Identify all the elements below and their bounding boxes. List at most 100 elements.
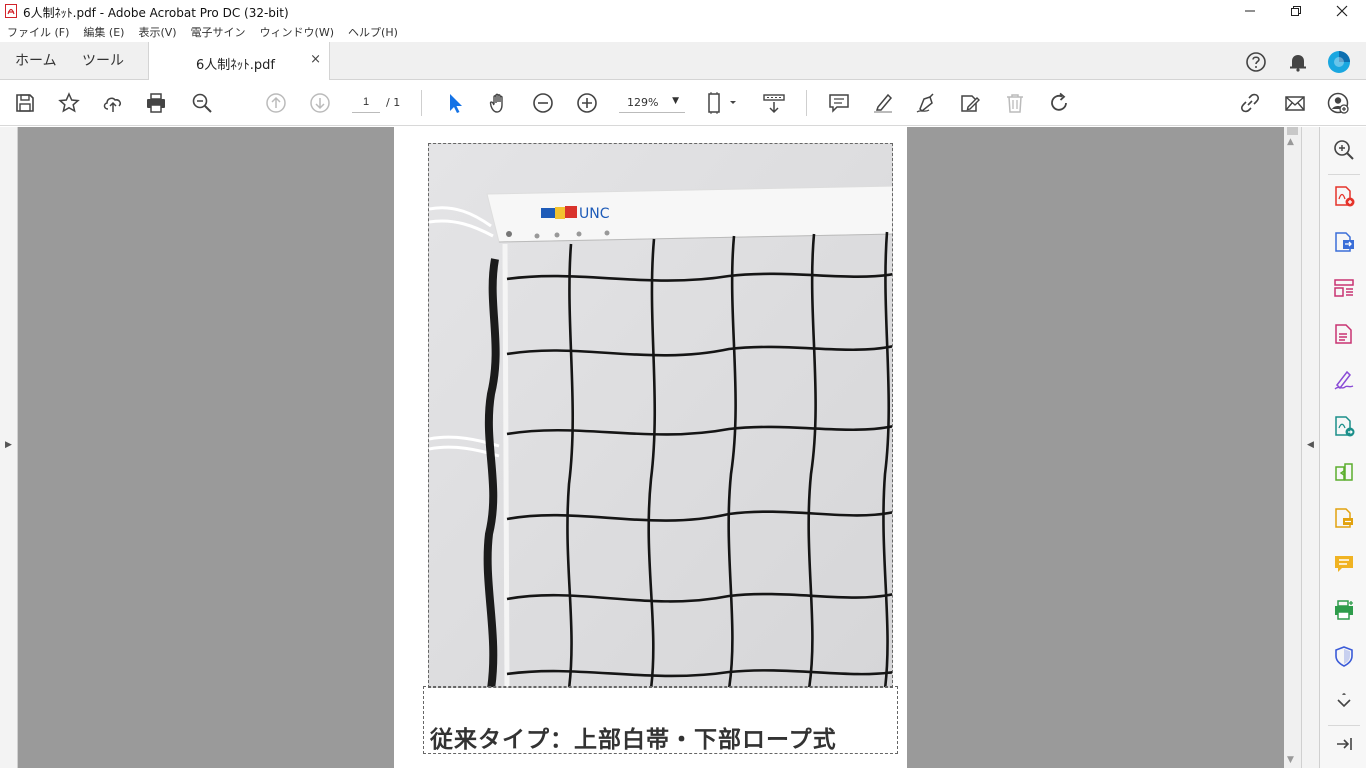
link-icon [1240, 93, 1260, 113]
signature-pen-icon [1334, 370, 1354, 390]
highlight-button[interactable] [871, 91, 895, 115]
add-note-button[interactable] [1332, 506, 1356, 530]
tab-document[interactable]: 6人制ﾈｯﾄ.pdf × [148, 42, 330, 80]
toolbar-divider [806, 90, 807, 116]
hand-tool-button[interactable] [487, 91, 511, 115]
pane-divider [1328, 725, 1360, 726]
next-page-button[interactable] [308, 91, 332, 115]
zoom-level-dropdown[interactable]: 129% ▼ [619, 91, 685, 113]
cursor-arrow-icon [450, 94, 462, 113]
window-title: 6人制ﾈｯﾄ.pdf - Adobe Acrobat Pro DC (32-bi… [23, 6, 289, 20]
scroll-up-icon[interactable]: ▲ [1287, 137, 1294, 147]
more-tools-button[interactable] [1332, 690, 1356, 714]
scrollbar-thumb[interactable] [1287, 127, 1298, 135]
share-user-button[interactable] [1326, 91, 1350, 115]
arrow-down-circle-icon [310, 93, 330, 113]
comment-icon [829, 94, 849, 113]
net-image: UNC [429, 144, 892, 687]
cloud-upload-icon [103, 97, 121, 112]
tab-home[interactable]: ホーム [15, 42, 57, 80]
expand-left-panel-icon: ▶ [5, 440, 12, 450]
menu-view[interactable]: 表示(V) [138, 24, 176, 40]
star-icon [58, 92, 80, 113]
print-button[interactable] [144, 91, 168, 115]
collapse-right-icon [1337, 738, 1352, 750]
shield-icon [1335, 646, 1353, 667]
maximize-button[interactable] [1273, 0, 1319, 22]
zoom-search-button[interactable] [190, 91, 214, 115]
scroll-down-icon[interactable]: ▼ [1287, 755, 1294, 765]
menu-edit[interactable]: 編集 (E) [83, 24, 124, 40]
send-for-review-button[interactable] [1332, 414, 1356, 438]
comment-tool-button[interactable] [1332, 552, 1356, 576]
zoom-out-button[interactable] [531, 91, 555, 115]
zoom-level-value: 129% [627, 96, 659, 109]
rotate-button[interactable] [1047, 91, 1071, 115]
delete-button[interactable] [1003, 91, 1027, 115]
menu-window[interactable]: ウィンドウ(W) [260, 24, 334, 40]
minimize-icon [1245, 10, 1255, 12]
arrow-up-circle-icon [266, 93, 286, 113]
zoom-in-button[interactable] [575, 91, 599, 115]
hand-icon [489, 93, 503, 113]
draw-button[interactable] [914, 91, 938, 115]
edit-document-icon [961, 95, 980, 112]
pen-nib-icon [916, 93, 934, 113]
email-button[interactable] [1283, 91, 1307, 115]
upload-cloud-button[interactable] [101, 91, 125, 115]
search-tool-button[interactable] [1332, 138, 1356, 162]
scroll-mode-button[interactable] [762, 91, 786, 115]
comment-button[interactable] [827, 91, 851, 115]
create-pdf-icon [1335, 186, 1355, 207]
print-production-button[interactable] [1332, 598, 1356, 622]
bell-icon [1290, 55, 1306, 72]
save-button[interactable] [13, 91, 37, 115]
compare-files-button[interactable] [1332, 460, 1356, 484]
bookmark-star-button[interactable] [57, 91, 81, 115]
notifications-button[interactable] [1286, 50, 1310, 74]
organize-pages-icon [1334, 279, 1354, 297]
minus-circle-icon [533, 93, 553, 113]
left-panel-toggle[interactable]: ▶ [0, 127, 18, 768]
right-panel-toggle[interactable]: ◀ [1301, 127, 1319, 768]
close-tab-button[interactable]: × [310, 52, 321, 67]
collapse-pane-button[interactable] [1332, 732, 1356, 756]
pane-divider [1328, 174, 1360, 175]
export-pdf-icon [1335, 232, 1354, 252]
fill-sign-button[interactable] [1332, 368, 1356, 392]
previous-page-button[interactable] [264, 91, 288, 115]
magnifier-minus-icon [192, 93, 212, 113]
edit-pdf-icon [1335, 324, 1352, 344]
page-total: / 1 [386, 96, 401, 109]
menu-help[interactable]: ヘルプ(H) [348, 24, 398, 40]
tab-tools[interactable]: ツール [82, 42, 124, 80]
vertical-scrollbar[interactable]: ▲ ▼ [1284, 127, 1301, 768]
edit-pdf-button[interactable] [1332, 322, 1356, 346]
unc-logo: UNC [579, 206, 610, 222]
plus-circle-icon [577, 93, 597, 113]
export-pdf-button[interactable] [1332, 230, 1356, 254]
collapse-right-panel-icon: ◀ [1307, 440, 1314, 450]
page-number-input[interactable] [352, 91, 380, 113]
close-window-button[interactable] [1319, 0, 1365, 22]
help-button[interactable] [1244, 50, 1268, 74]
close-icon [1336, 5, 1348, 17]
select-tool-button[interactable] [443, 91, 467, 115]
note-document-icon [1335, 508, 1353, 528]
share-link-button[interactable] [1238, 91, 1262, 115]
minimize-button[interactable] [1227, 0, 1273, 22]
printer-icon [147, 93, 165, 113]
menu-bar: ファイル (F) 編集 (E) 表示(V) 電子サイン ウィンドウ(W) ヘルプ… [0, 22, 1366, 42]
user-plus-icon [1327, 92, 1349, 114]
scrolling-icon [763, 94, 785, 114]
edit-text-button[interactable] [958, 91, 982, 115]
save-icon [16, 94, 34, 112]
protect-button[interactable] [1332, 644, 1356, 668]
document-tab-label: 6人制ﾈｯﾄ.pdf [196, 58, 275, 73]
page-layout-button[interactable] [705, 91, 739, 115]
account-avatar-button[interactable] [1327, 50, 1351, 74]
menu-e-sign[interactable]: 電子サイン [191, 24, 246, 40]
create-pdf-button[interactable] [1332, 184, 1356, 208]
menu-file[interactable]: ファイル (F) [7, 24, 69, 40]
organize-pages-button[interactable] [1332, 276, 1356, 300]
